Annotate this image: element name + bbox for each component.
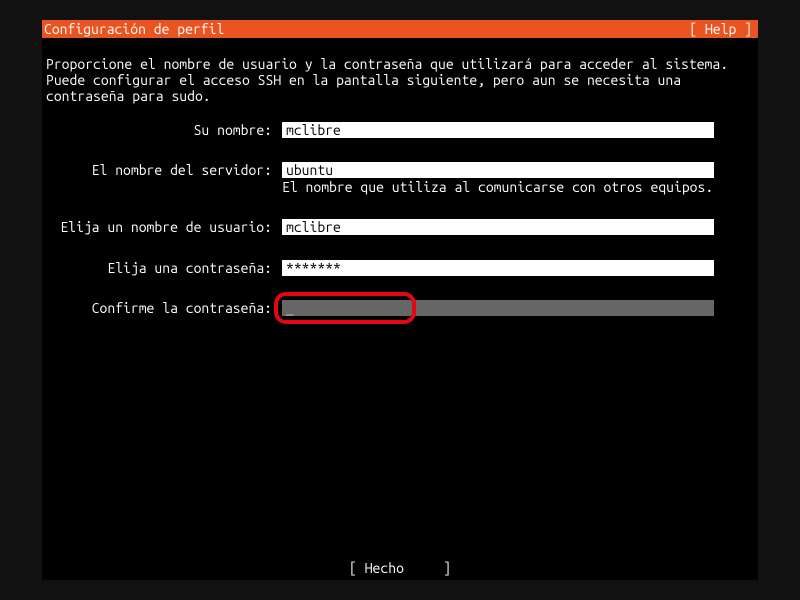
intro-text: Proporcione el nombre de usuario y la co…	[46, 56, 754, 104]
done-button[interactable]: [ Hecho ]	[42, 560, 758, 576]
window-title: Configuración de perfil	[44, 21, 224, 37]
confirm-input[interactable]: _	[282, 300, 714, 316]
installer-window: Configuración de perfil [ Help ] Proporc…	[42, 20, 758, 580]
username-label: Elija un nombre de usuario:	[46, 219, 282, 235]
name-label: Su nombre:	[46, 122, 282, 138]
name-input[interactable]: mclibre	[282, 122, 714, 138]
server-hint: El nombre que utiliza al comunicarse con…	[282, 178, 714, 195]
help-button[interactable]: [ Help ]	[689, 21, 752, 37]
username-input[interactable]: mclibre	[282, 219, 714, 235]
titlebar: Configuración de perfil [ Help ]	[42, 20, 758, 38]
password-label: Elija una contraseña:	[46, 260, 282, 276]
server-input[interactable]: ubuntu	[282, 162, 714, 178]
form-body: Proporcione el nombre de usuario y la co…	[42, 38, 758, 316]
password-input[interactable]: *******	[282, 260, 714, 276]
server-label: El nombre del servidor:	[46, 162, 282, 178]
confirm-label: Confirme la contraseña:	[46, 300, 282, 316]
